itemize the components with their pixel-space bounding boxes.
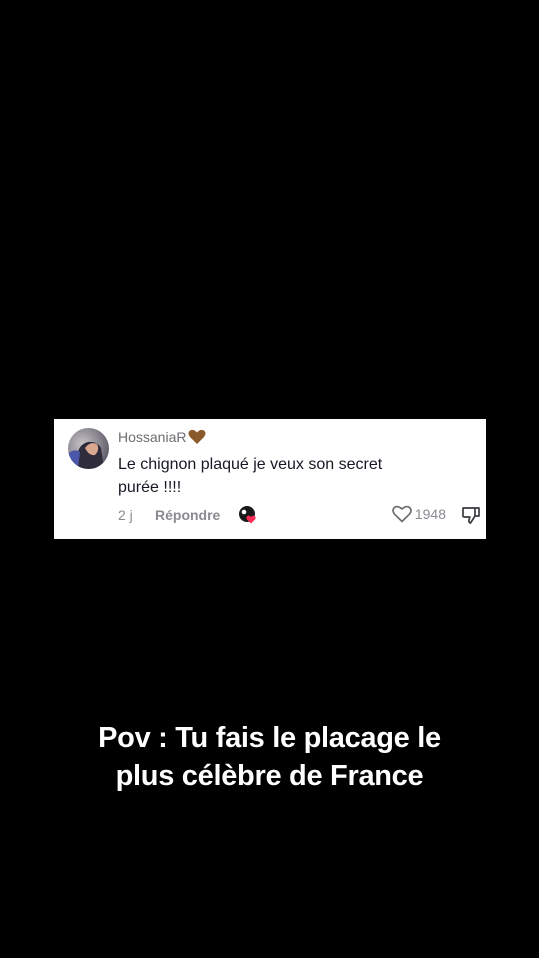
comment-text-line: Le chignon plaqué je veux son secret bbox=[118, 456, 383, 473]
avatar[interactable] bbox=[68, 428, 109, 469]
creator-liked-icon bbox=[238, 505, 260, 525]
video-caption: Pov : Tu fais le placage le plus célèbre… bbox=[0, 719, 539, 795]
like-count: 1948 bbox=[414, 506, 446, 522]
comment-card: HossaniaR Le chignon plaqué je veux son … bbox=[54, 419, 486, 539]
heart-outline-icon bbox=[392, 505, 412, 523]
reply-button[interactable]: Répondre bbox=[155, 507, 220, 523]
caption-line: Pov : Tu fais le placage le bbox=[98, 722, 441, 754]
like-button[interactable]: 1948 bbox=[392, 505, 446, 523]
dislike-button[interactable] bbox=[460, 505, 482, 525]
comment-meta-row: 2 j Répondre 1948 bbox=[118, 505, 486, 525]
brown-heart-icon bbox=[188, 429, 206, 445]
comment-time: 2 j bbox=[118, 507, 133, 523]
comment-username[interactable]: HossaniaR bbox=[118, 429, 206, 445]
username-text: HossaniaR bbox=[118, 429, 187, 445]
comment-text-line: purée !!!! bbox=[118, 479, 182, 496]
caption-line: plus célèbre de France bbox=[115, 760, 424, 792]
comment-text: Le chignon plaqué je veux son secret pur… bbox=[118, 453, 448, 499]
thumbs-down-icon bbox=[462, 507, 480, 524]
